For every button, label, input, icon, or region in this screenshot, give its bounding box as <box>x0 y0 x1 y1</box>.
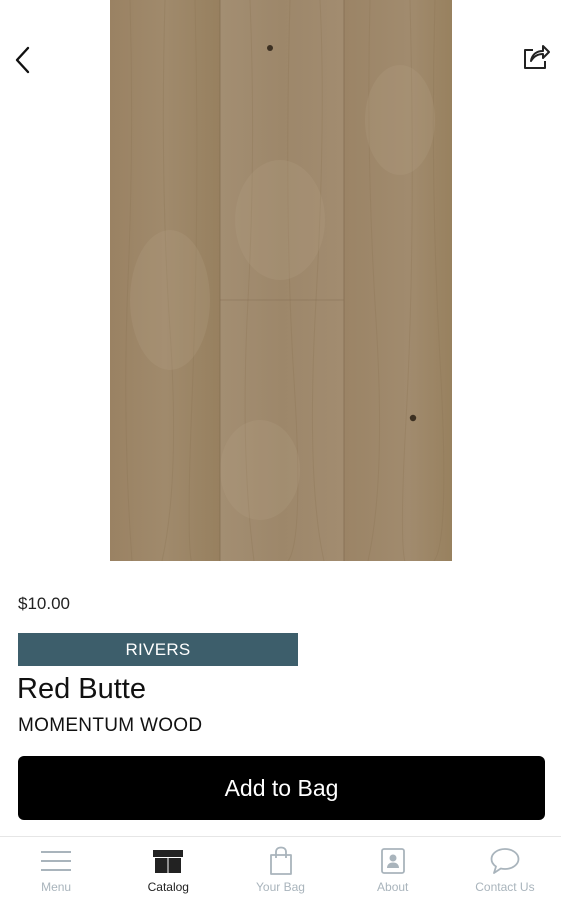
nav-item-about[interactable]: About <box>337 837 449 900</box>
nav-label-menu: Menu <box>41 880 72 894</box>
product-line: MOMENTUM WOOD <box>18 715 203 736</box>
contact-card-icon <box>376 846 410 876</box>
bottom-navigation: Menu Catalog Your Bag About Contact Us <box>0 836 561 900</box>
nav-label-about: About <box>377 880 409 894</box>
product-image <box>110 0 452 561</box>
chat-bubble-icon <box>488 846 522 876</box>
nav-label-catalog: Catalog <box>147 880 189 894</box>
nav-label-contact-us: Contact Us <box>475 880 535 894</box>
nav-item-catalog[interactable]: Catalog <box>112 837 224 900</box>
share-icon <box>524 45 550 69</box>
wood-plank-image <box>110 0 452 561</box>
catalog-box-icon <box>151 846 185 876</box>
nav-item-contact-us[interactable]: Contact Us <box>449 837 561 900</box>
nav-label-your-bag: Your Bag <box>256 880 305 894</box>
product-price: $10.00 <box>18 594 70 613</box>
chevron-left-icon <box>15 46 30 74</box>
back-button[interactable] <box>6 40 40 80</box>
shopping-bag-icon <box>264 846 298 876</box>
nav-item-menu[interactable]: Menu <box>0 837 112 900</box>
nav-item-your-bag[interactable]: Your Bag <box>224 837 336 900</box>
product-name: Red Butte <box>17 673 146 705</box>
hamburger-menu-icon <box>39 846 73 876</box>
product-detail-screen: $10.00 RIVERS Red Butte MOMENTUM WOOD Ad… <box>0 0 561 900</box>
collection-badge: RIVERS <box>18 633 298 666</box>
add-to-bag-button[interactable]: Add to Bag <box>18 756 545 820</box>
share-button[interactable] <box>519 38 553 74</box>
